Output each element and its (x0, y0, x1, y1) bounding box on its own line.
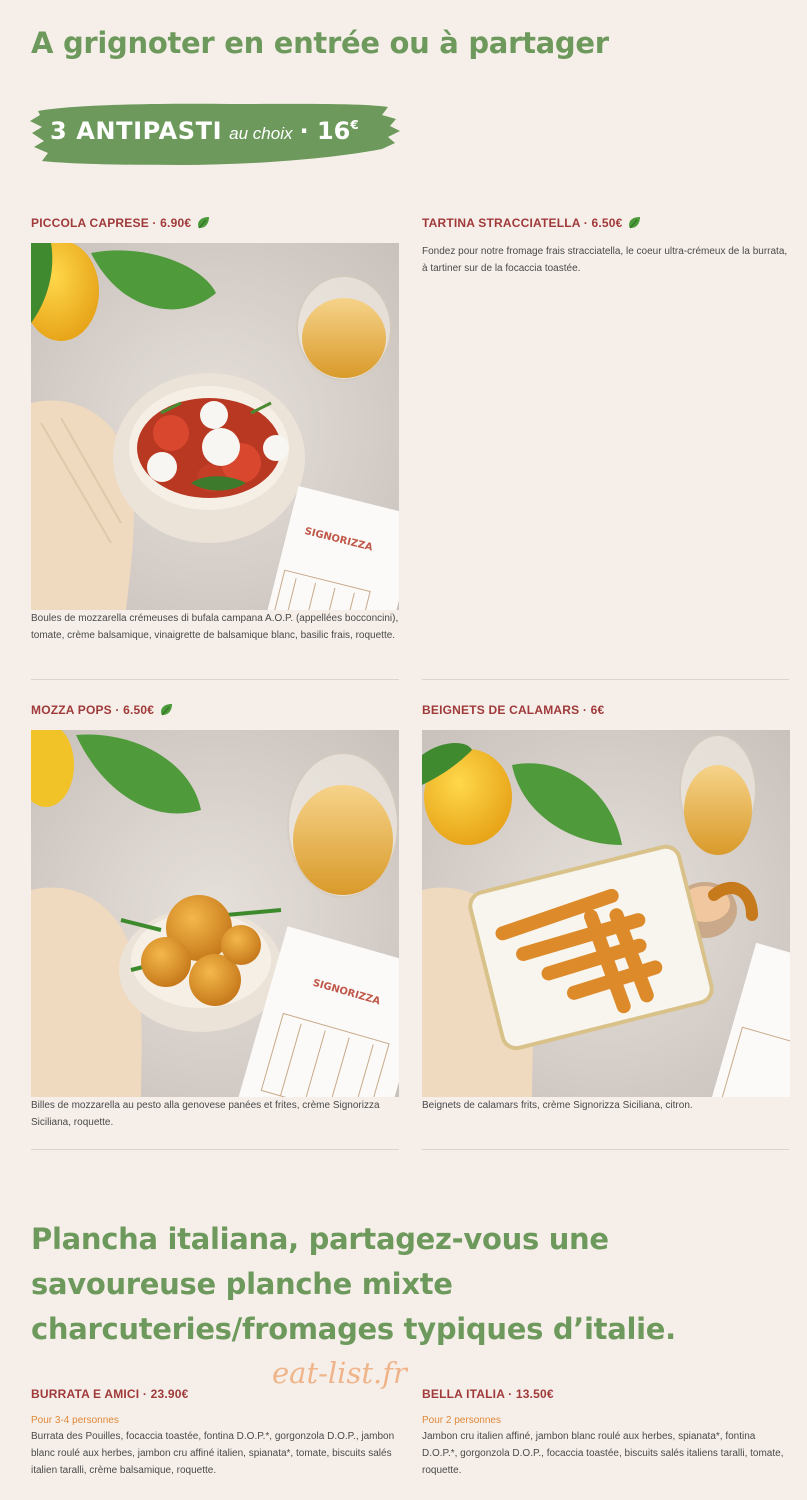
item-description: Jambon cru italien affiné, jambon blanc … (422, 1431, 784, 1476)
item-details: Pour 2 personnes Jambon cru italien affi… (422, 1415, 790, 1479)
vegetarian-leaf-icon (198, 217, 210, 229)
item-name: BEIGNETS DE CALAMARS · 6€ (422, 702, 790, 718)
divider (31, 1149, 399, 1150)
photo-piccola-caprese: SIGNORIZZA (31, 243, 399, 610)
vegetarian-leaf-icon (629, 217, 641, 229)
photo-mozza-pops: SIGNORIZZA (31, 730, 399, 1097)
vegetarian-leaf-icon (161, 704, 173, 716)
item-name-text: TARTINA STRACCIATELLA · 6.50€ (422, 216, 623, 230)
menu-item-burrata-e-amici: BURRATA E AMICI · 23.90€ (31, 1386, 399, 1402)
item-serves: Pour 3-4 personnes (31, 1415, 119, 1426)
item-description: Beignets de calamars frits, crème Signor… (422, 1100, 693, 1111)
antipasti-offer-banner: 3 ANTIPASTI au choix · 16€ (30, 101, 402, 167)
banner-currency: € (350, 118, 359, 132)
item-name: TARTINA STRACCIATELLA · 6.50€ (422, 215, 790, 231)
item-description: Billes de mozzarella au pesto alla genov… (31, 1100, 380, 1128)
menu-item-mozza-pops: MOZZA POPS · 6.50€ (31, 702, 399, 718)
banner-price-value: · 16 (299, 117, 351, 145)
divider (422, 1149, 789, 1150)
item-name: MOZZA POPS · 6.50€ (31, 702, 399, 718)
item-name-text: BEIGNETS DE CALAMARS · 6€ (422, 703, 605, 717)
photo-beignets-de-calamars (422, 730, 790, 1097)
menu-item-beignets-de-calamars: BEIGNETS DE CALAMARS · 6€ (422, 702, 790, 718)
banner-main-text: 3 ANTIPASTI (50, 117, 223, 145)
item-name: BELLA ITALIA · 13.50€ (422, 1386, 790, 1402)
section-title-antipasti: A grignoter en entrée ou à partager (31, 26, 609, 60)
item-description: Burrata des Pouilles, focaccia toastée, … (31, 1431, 395, 1476)
divider (31, 679, 399, 680)
item-name-text: MOZZA POPS · 6.50€ (31, 703, 155, 717)
item-description: Fondez pour notre fromage frais straccia… (422, 246, 788, 274)
section-title-plancha: Plancha italiana, partagez-vous une savo… (31, 1222, 676, 1346)
menu-item-bella-italia: BELLA ITALIA · 13.50€ (422, 1386, 790, 1402)
menu-item-tartina-stracciatella: TARTINA STRACCIATELLA · 6.50€ (422, 215, 790, 231)
menu-item-piccola-caprese: PICCOLA CAPRESE · 6.90€ (31, 215, 399, 231)
item-name-text: BURRATA E AMICI · 23.90€ (31, 1387, 189, 1401)
item-description: Boules de mozzarella crémeuses di bufala… (31, 613, 399, 641)
item-name-text: PICCOLA CAPRESE · 6.90€ (31, 216, 192, 230)
item-name: PICCOLA CAPRESE · 6.90€ (31, 215, 399, 231)
watermark-text: eat-list.fr (272, 1356, 407, 1390)
item-details: Pour 3-4 personnes Burrata des Pouilles,… (31, 1415, 399, 1479)
item-name-text: BELLA ITALIA · 13.50€ (422, 1387, 554, 1401)
item-serves: Pour 2 personnes (422, 1415, 501, 1426)
divider (422, 679, 789, 680)
banner-italic-text: au choix (229, 124, 293, 143)
item-name: BURRATA E AMICI · 23.90€ (31, 1386, 399, 1402)
banner-price: · 16€ (300, 117, 359, 145)
